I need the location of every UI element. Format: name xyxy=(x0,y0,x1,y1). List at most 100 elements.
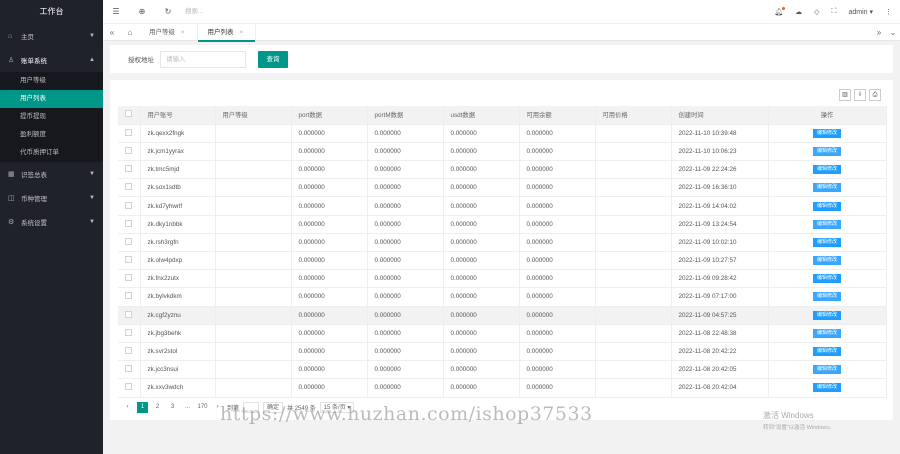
sidebar-item-billing[interactable]: ♙ 账单系统 ▲ xyxy=(0,48,103,72)
row-checkbox[interactable] xyxy=(118,124,141,143)
edit-button[interactable]: 编辑修改 xyxy=(813,274,841,284)
more-icon[interactable]: ⋮ xyxy=(885,8,892,16)
edit-button[interactable]: 编辑修改 xyxy=(813,237,841,247)
edit-button[interactable]: 编辑修改 xyxy=(813,328,841,338)
edit-button[interactable]: 编辑修改 xyxy=(813,365,841,375)
theme-icon[interactable]: ☁ xyxy=(795,8,802,16)
tab-user-level[interactable]: 用户等级 × xyxy=(139,23,198,41)
sidebar-subitem-profit[interactable]: 盈利额度 xyxy=(0,126,103,144)
cell-portm: 0.000000 xyxy=(367,306,444,325)
sidebar-subitem-staking-orders[interactable]: 代币质押订单 xyxy=(0,144,103,162)
bell-icon[interactable]: 🔔︎ xyxy=(774,7,786,16)
row-checkbox[interactable] xyxy=(118,269,141,289)
col-portm[interactable]: portM数据 xyxy=(367,106,444,125)
col-price[interactable]: 可用价格 xyxy=(595,106,672,125)
columns-icon[interactable]: ▥ xyxy=(839,89,851,101)
edit-button[interactable]: 编辑修改 xyxy=(813,310,841,320)
sidebar-item-sign-table[interactable]: ▦ 识签总表 ▼ xyxy=(0,162,103,186)
edit-button[interactable]: 编辑修改 xyxy=(813,128,841,138)
page-1[interactable]: 1 xyxy=(137,402,148,413)
home-tab-icon[interactable]: ⌂ xyxy=(121,28,139,37)
row-checkbox[interactable] xyxy=(118,324,141,343)
select-all-checkbox[interactable] xyxy=(118,106,141,125)
cell-balance: 0.000000 xyxy=(519,178,596,198)
tabs-left-icon[interactable]: « xyxy=(103,28,121,37)
page-ellipsis: ... xyxy=(184,404,190,410)
row-checkbox[interactable] xyxy=(118,378,141,398)
row-checkbox[interactable] xyxy=(118,342,141,362)
row-checkbox[interactable] xyxy=(118,196,141,216)
edit-button[interactable]: 编辑修改 xyxy=(813,146,841,156)
print-icon[interactable]: ⎙ xyxy=(869,89,881,101)
menu-toggle-icon[interactable]: ☰ xyxy=(103,7,129,16)
sidebar-item-home[interactable]: ⌂ 主页 ▼ xyxy=(0,24,103,48)
col-level[interactable]: 用户等级 xyxy=(215,106,292,125)
tab-user-list[interactable]: 用户列表 × xyxy=(197,23,257,42)
edit-button[interactable]: 编辑修改 xyxy=(813,201,841,211)
sidebar-subitem-user-level[interactable]: 用户等级 xyxy=(0,72,103,90)
col-usdt[interactable]: usdt数据 xyxy=(443,106,520,125)
table-row: zk.dky1nbbk 0.000000 0.000000 0.000000 0.000… xyxy=(118,215,887,234)
edit-button[interactable]: 编辑修改 xyxy=(813,183,841,193)
col-port[interactable]: port数据 xyxy=(291,106,368,125)
edit-button[interactable]: 编辑修改 xyxy=(813,292,841,302)
row-checkbox[interactable] xyxy=(118,160,141,180)
row-checkbox[interactable] xyxy=(118,178,141,198)
user-menu[interactable]: admin ▾ xyxy=(848,8,873,16)
row-checkbox[interactable] xyxy=(118,215,141,234)
edit-button[interactable]: 编辑修改 xyxy=(813,383,841,393)
cell-port: 0.000000 xyxy=(291,360,368,380)
cell-actions: 编辑修改 xyxy=(768,142,887,162)
cell-level xyxy=(215,342,292,362)
refresh-icon[interactable]: ↻ xyxy=(155,7,181,16)
note-icon[interactable]: ◇ xyxy=(814,8,819,16)
cell-port: 0.000000 xyxy=(291,324,368,343)
cell-time: 2022-11-09 04:57:25 xyxy=(671,306,769,325)
row-checkbox[interactable] xyxy=(118,360,141,380)
sidebar-subitem-withdraw[interactable]: 提币提现 xyxy=(0,108,103,126)
search-button[interactable]: 查询 xyxy=(258,50,288,68)
cell-usdt: 0.000000 xyxy=(443,378,520,398)
edit-button[interactable]: 编辑修改 xyxy=(813,165,841,175)
row-checkbox[interactable] xyxy=(118,306,141,325)
cell-account: zk.bylvkdkm xyxy=(140,287,216,307)
close-icon[interactable]: × xyxy=(181,30,185,36)
row-checkbox[interactable] xyxy=(118,287,141,307)
tabs-right-icon[interactable]: » xyxy=(872,24,886,41)
cell-balance: 0.000000 xyxy=(519,342,596,362)
globe-icon[interactable]: ⊕ xyxy=(129,7,155,16)
col-balance[interactable]: 可用余额 xyxy=(519,106,596,125)
cell-account: zk.qexx2fngk xyxy=(140,124,216,143)
row-checkbox[interactable] xyxy=(118,233,141,253)
close-icon[interactable]: × xyxy=(240,30,244,36)
search-input[interactable]: 搜索... xyxy=(185,5,255,19)
cell-usdt: 0.000000 xyxy=(443,160,520,180)
prev-page-icon[interactable]: ‹ xyxy=(122,402,133,413)
edit-button[interactable]: 编辑修改 xyxy=(813,256,841,266)
cell-portm: 0.000000 xyxy=(367,196,444,216)
col-created[interactable]: 创建时间 xyxy=(671,106,769,125)
address-input[interactable]: 请输入 xyxy=(160,50,246,68)
page-last[interactable]: 170 xyxy=(197,402,208,413)
sidebar-subitem-user-list[interactable]: 用户列表 xyxy=(0,90,103,108)
page-3[interactable]: 3 xyxy=(167,402,178,413)
page-2[interactable]: 2 xyxy=(152,402,163,413)
row-checkbox[interactable] xyxy=(118,251,141,271)
col-account[interactable]: 用户账号 xyxy=(140,106,216,125)
table-row: zk.rsh3rgfn 0.000000 0.000000 0.000000 0.000… xyxy=(118,233,887,253)
cell-port: 0.000000 xyxy=(291,178,368,198)
chevron-down-icon[interactable]: ⌄ xyxy=(886,24,900,41)
table-row: zk.sox1sdtb 0.000000 0.000000 0.000000 0.000… xyxy=(118,178,887,198)
export-icon[interactable]: ⇩ xyxy=(854,89,866,101)
fullscreen-icon[interactable]: ⛶ xyxy=(832,8,837,16)
edit-button[interactable]: 编辑修改 xyxy=(813,219,841,229)
sidebar-item-settings[interactable]: ⚙ 系统设置 ▼ xyxy=(0,210,103,234)
cell-balance: 0.000000 xyxy=(519,324,596,343)
cell-port: 0.000000 xyxy=(291,196,368,216)
cell-level xyxy=(215,233,292,253)
row-checkbox[interactable] xyxy=(118,142,141,162)
edit-button[interactable]: 编辑修改 xyxy=(813,347,841,357)
cell-balance: 0.000000 xyxy=(519,251,596,271)
sidebar-item-coin-management[interactable]: ◫ 币种管理 ▼ xyxy=(0,186,103,210)
cell-account: zk.cgf2yznu xyxy=(140,306,216,325)
